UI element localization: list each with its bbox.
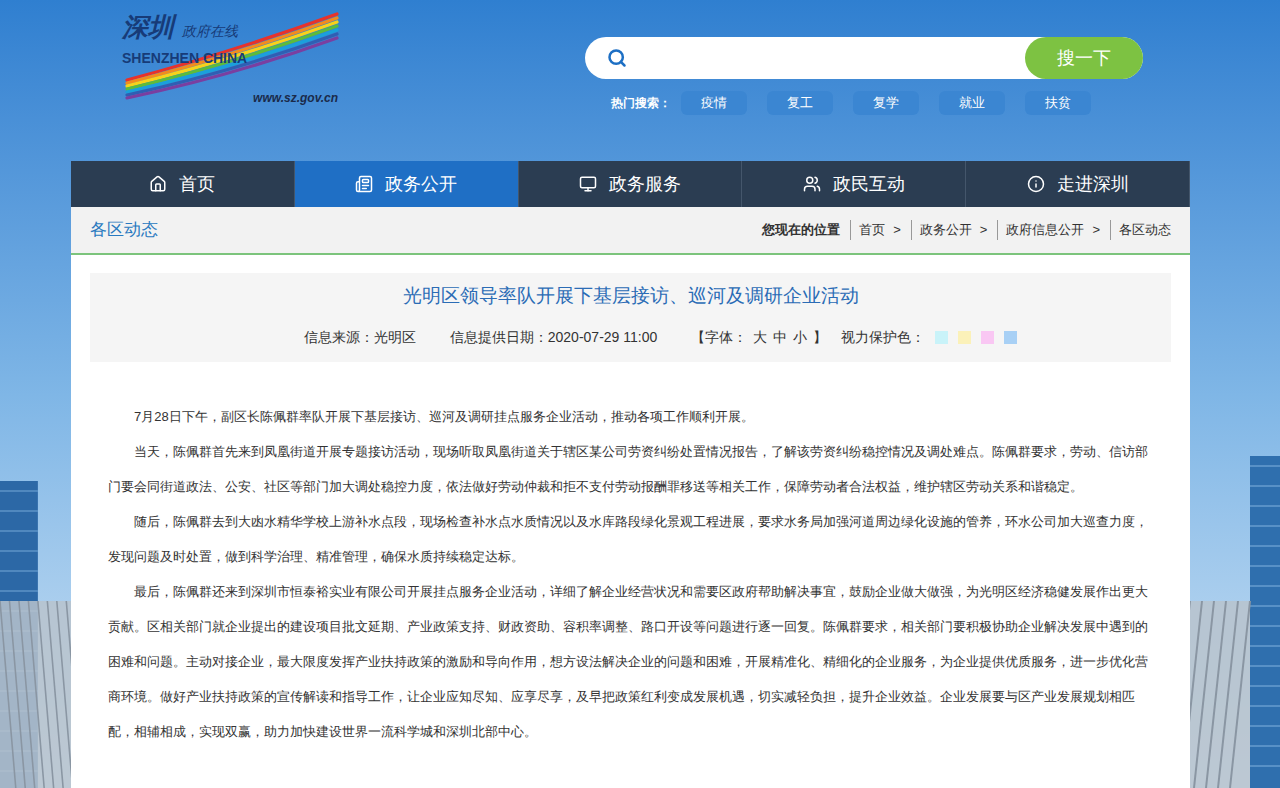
page: 深圳政府在线 SHENZHEN CHINA www.sz.gov.cn 搜一下热门搜索… [0, 0, 1280, 788]
font-size-option[interactable]: 大 [753, 327, 767, 348]
font-size-option[interactable]: 小 [793, 327, 807, 348]
nav-item[interactable]: 政务公开 [295, 161, 519, 207]
eye-care-swatch[interactable] [958, 331, 971, 344]
logo-url: www.sz.gov.cn [253, 90, 338, 106]
buildings-icon [1190, 161, 1280, 788]
article-header: 光明区领导率队开展下基层接访、巡河及调研企业活动信息来源：光明区 信息提供日期：2… [90, 273, 1171, 362]
eye-care-control: 视力保护色： [841, 327, 1017, 348]
article-meta: 信息来源：光明区 信息提供日期：2020-07-29 11:00 【字体：大中小】视… [244, 327, 1018, 348]
nav-item[interactable]: 政民互动 [742, 161, 966, 207]
breadcrumb-item[interactable]: 政务公开 [920, 220, 972, 240]
breadcrumb-item[interactable]: 首页 [859, 220, 885, 240]
hot-search-label: 热门搜索： [611, 94, 671, 112]
eye-care-swatch[interactable] [935, 331, 948, 344]
nav-item[interactable]: 首页 [71, 161, 295, 207]
logo-title: 深圳 [122, 12, 174, 44]
hot-search-tag[interactable]: 复学 [853, 91, 919, 115]
breadcrumb-separator: > [1084, 220, 1108, 240]
nav-icon [149, 175, 167, 193]
article-date: 信息提供日期：2020-07-29 11:00 [450, 327, 658, 348]
nav-icon [1027, 175, 1045, 193]
hot-search-tag[interactable]: 疫情 [681, 91, 747, 115]
logo-subtitle: 政府在线 [182, 20, 238, 44]
breadcrumb-separator: > [972, 220, 996, 240]
nav-icon [803, 175, 821, 193]
article-paragraph: 随后，陈佩群去到大凼水精华学校上游补水点段，现场检查补水点水质情况以及水库路段绿… [108, 504, 1153, 574]
article-title: 光明区领导率队开展下基层接访、巡河及调研企业活动 [403, 283, 859, 309]
article-paragraph: 7月28日下午，副区长陈佩群率队开展下基层接访、巡河及调研挂点服务企业活动，推动… [108, 399, 1153, 434]
hot-search-tag[interactable]: 就业 [939, 91, 1005, 115]
search-icon [607, 48, 627, 68]
font-size-control: 【字体：大中小】 [691, 327, 827, 348]
buildings-icon [0, 161, 71, 788]
font-size-option[interactable]: 中 [773, 327, 787, 348]
logo-en: SHENZHEN CHINA [122, 48, 342, 68]
nav-icon [355, 175, 373, 193]
article-paragraph: 当天，陈佩群首先来到凤凰街道开展专题接访活动，现场听取凤凰街道关于辖区某公司劳资… [108, 434, 1153, 504]
site-header: 深圳政府在线 SHENZHEN CHINA www.sz.gov.cn 搜一下热门搜索… [0, 0, 1280, 161]
article-paragraph: 最后，陈佩群还来到深圳市恒泰裕实业有限公司开展挂点服务企业活动，详细了解企业经营… [108, 574, 1153, 749]
breadcrumb-item[interactable]: 政府信息公开 [1006, 220, 1084, 240]
breadcrumb-label: 您现在的位置 [762, 220, 848, 240]
main-panel: 首页政务公开政务服务政民互动走进深圳各区动态您现在的位置首页>政务公开>政府信息… [71, 161, 1190, 788]
search-button[interactable]: 搜一下 [1025, 37, 1143, 79]
search-input[interactable] [627, 37, 1025, 79]
hot-search: 热门搜索： 疫情复工复学就业扶贫 [585, 91, 1143, 115]
eye-care-swatch[interactable] [981, 331, 994, 344]
article-body: 7月28日下午，副区长陈佩群率队开展下基层接访、巡河及调研挂点服务企业活动，推动… [71, 362, 1190, 749]
breadcrumb-bar: 各区动态您现在的位置首页>政务公开>政府信息公开>各区动态 [71, 207, 1190, 255]
article-source: 信息来源：光明区 [304, 327, 416, 348]
hot-search-tag[interactable]: 扶贫 [1025, 91, 1091, 115]
search-bar: 搜一下 [585, 37, 1143, 79]
breadcrumb: 您现在的位置首页>政务公开>政府信息公开>各区动态 [762, 220, 1171, 240]
breadcrumb-item[interactable]: 各区动态 [1119, 220, 1171, 240]
nav-item[interactable]: 走进深圳 [966, 161, 1190, 207]
breadcrumb-separator: > [885, 220, 909, 240]
main-nav: 首页政务公开政务服务政民互动走进深圳 [71, 161, 1190, 207]
nav-icon [579, 175, 597, 193]
eye-care-swatch[interactable] [1004, 331, 1017, 344]
site-logo[interactable]: 深圳政府在线 SHENZHEN CHINA www.sz.gov.cn [122, 12, 342, 112]
section-title: 各区动态 [90, 217, 158, 243]
nav-item[interactable]: 政务服务 [519, 161, 743, 207]
hot-search-tag[interactable]: 复工 [767, 91, 833, 115]
